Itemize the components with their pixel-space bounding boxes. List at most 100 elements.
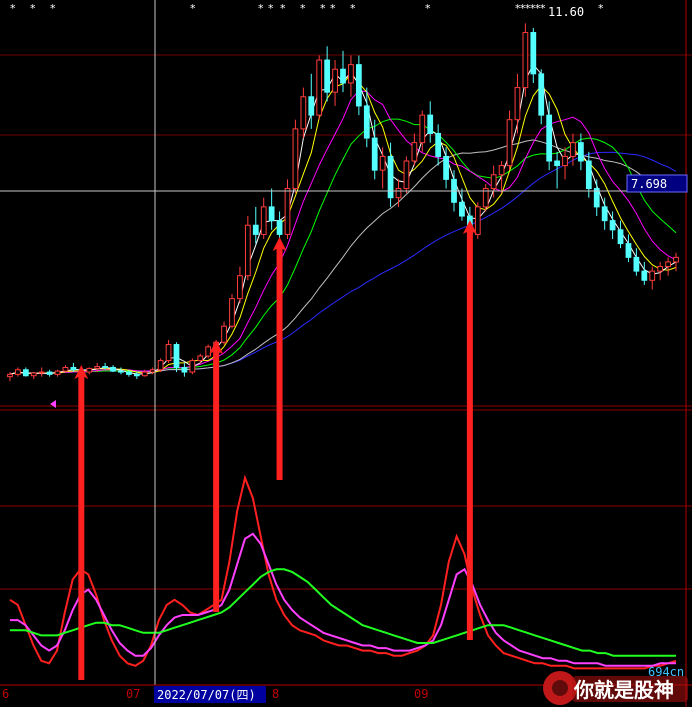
- candle-body: [633, 256, 640, 272]
- candle-body: [601, 206, 608, 222]
- candle-body: [300, 96, 307, 130]
- candle-body: [459, 201, 465, 217]
- candle-body: [133, 373, 140, 377]
- candle-body: [126, 371, 132, 375]
- stock-chart: * * * * * * * * * * * * * * * * * * * 7.698 11.60 6 07 8 0…: [0, 0, 692, 707]
- chart-background: [0, 0, 692, 707]
- candle-body: [387, 155, 394, 199]
- candle-body: [157, 360, 164, 371]
- event-marker-icon: *: [300, 2, 306, 15]
- candle-body: [427, 114, 434, 134]
- event-marker-icon: *: [10, 2, 16, 15]
- candle-body: [22, 369, 29, 377]
- candle-body: [276, 220, 283, 235]
- candle-body: [86, 367, 93, 373]
- date-tick: 6: [2, 687, 9, 701]
- candle-body: [625, 243, 632, 258]
- event-marker-icon: *: [190, 2, 196, 15]
- candle-body: [522, 32, 529, 89]
- candle-body: [15, 369, 21, 375]
- candle-body: [308, 96, 315, 116]
- event-marker-icon: *: [350, 2, 356, 15]
- candle-body: [149, 369, 156, 373]
- candle-body: [435, 132, 442, 157]
- date-tick: 09: [414, 687, 428, 701]
- candle-body: [316, 59, 323, 116]
- candle-body: [403, 160, 410, 190]
- candle-body: [284, 188, 291, 235]
- candle-body: [165, 344, 172, 362]
- event-marker-icon: *: [540, 2, 546, 15]
- event-marker-icon: *: [280, 2, 286, 15]
- candle-body: [649, 270, 656, 281]
- event-marker-icon: *: [330, 2, 336, 15]
- candle-body: [268, 206, 275, 222]
- candle-body: [244, 224, 251, 277]
- candle-body: [38, 371, 45, 374]
- candle-body: [292, 128, 299, 190]
- candle-body: [197, 355, 204, 362]
- crosshair-date-label: 2022/07/07(四): [157, 688, 256, 702]
- event-marker-icon: *: [268, 2, 274, 15]
- event-marker-icon: *: [258, 2, 264, 15]
- candle-body: [570, 142, 576, 157]
- candle-body: [609, 220, 616, 231]
- candle-body: [332, 68, 338, 93]
- candle-body: [221, 325, 227, 343]
- candle-body: [395, 188, 402, 199]
- candle-body: [355, 64, 362, 107]
- candle-body: [102, 366, 108, 369]
- candle-body: [641, 270, 648, 281]
- candle-body: [30, 372, 37, 377]
- candle-body: [62, 366, 69, 372]
- candle-body: [530, 32, 537, 75]
- high-price-label: 11.60: [548, 5, 584, 19]
- candle-body: [54, 370, 61, 375]
- candle-body: [673, 256, 679, 263]
- candle-body: [411, 142, 418, 162]
- candle-body: [94, 366, 101, 369]
- candle-body: [498, 165, 505, 176]
- candle-body: [7, 373, 13, 378]
- candle-body: [443, 155, 449, 180]
- watermark-text: 你就是股神: [573, 678, 674, 702]
- candle-body: [578, 142, 584, 162]
- candle-body: [506, 119, 513, 167]
- candle-body: [70, 366, 77, 371]
- candle-body: [490, 174, 497, 190]
- event-marker-icon: *: [30, 2, 36, 15]
- candle-body: [189, 360, 196, 373]
- event-marker-icon: *: [50, 2, 56, 15]
- event-marker-icon: *: [425, 2, 431, 15]
- candle-body: [229, 298, 235, 327]
- candle-body: [363, 105, 370, 139]
- candle-body: [110, 366, 116, 372]
- candle-body: [379, 155, 386, 171]
- candle-body: [348, 64, 354, 84]
- candle-body: [665, 261, 671, 268]
- candle-body: [546, 114, 553, 162]
- candle-body: [181, 366, 188, 373]
- candle-body: [657, 266, 664, 272]
- candle-body: [173, 344, 180, 368]
- price-tag-label: 7.698: [631, 177, 667, 191]
- candle-body: [514, 87, 521, 121]
- date-tick: 07: [126, 687, 140, 701]
- candle-body: [340, 68, 346, 84]
- candle-body: [538, 73, 545, 116]
- candle-body: [474, 206, 481, 235]
- date-tick: 8: [272, 687, 279, 701]
- candle-body: [419, 114, 426, 144]
- candle-body: [141, 371, 148, 377]
- candle-body: [237, 275, 243, 300]
- candle-body: [554, 160, 560, 167]
- watermark: 你就是股神: [543, 671, 688, 705]
- event-marker-icon: *: [320, 2, 326, 15]
- candle-body: [617, 229, 624, 245]
- candle-body: [562, 155, 568, 167]
- candle-body: [252, 224, 259, 235]
- candle-body: [46, 371, 53, 375]
- candle-body: [585, 160, 592, 190]
- candle-body: [371, 137, 378, 171]
- candle-body: [118, 370, 124, 373]
